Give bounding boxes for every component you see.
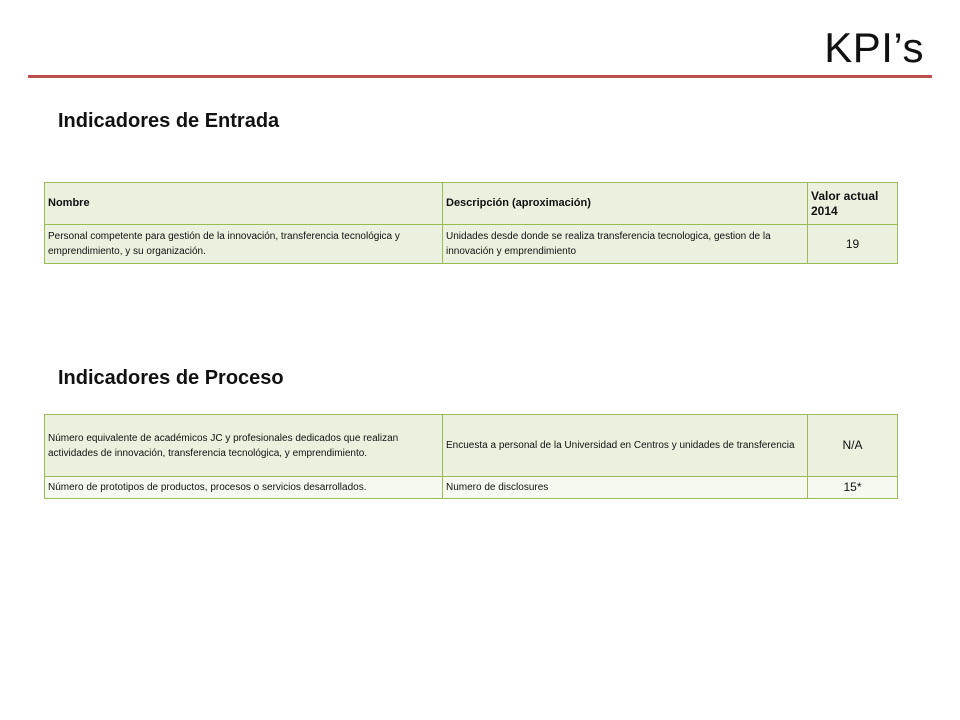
table-row: Número equivalente de académicos JC y pr…: [44, 414, 898, 477]
section-heading-proceso: Indicadores de Proceso: [58, 367, 284, 389]
cell-descripcion: Encuesta a personal de la Universidad en…: [442, 414, 808, 477]
column-header-nombre: Nombre: [44, 182, 443, 225]
table-indicadores-proceso: Número equivalente de académicos JC y pr…: [44, 414, 898, 499]
table-header-row: Nombre Descripción (aproximación) Valor …: [44, 182, 898, 225]
cell-valor: 15*: [807, 476, 898, 499]
cell-descripcion: Numero de disclosures: [442, 476, 808, 499]
title-divider: [28, 75, 932, 78]
table-row: Número de prototipos de productos, proce…: [44, 476, 898, 499]
column-header-descripcion: Descripción (aproximación): [442, 182, 808, 225]
table-indicadores-entrada: Nombre Descripción (aproximación) Valor …: [44, 182, 898, 264]
table-row: Personal competente para gestión de la i…: [44, 224, 898, 264]
cell-descripcion: Unidades desde donde se realiza transfer…: [442, 224, 808, 264]
cell-valor: N/A: [807, 414, 898, 477]
cell-valor: 19: [807, 224, 898, 264]
cell-nombre: Número de prototipos de productos, proce…: [44, 476, 443, 499]
cell-nombre: Personal competente para gestión de la i…: [44, 224, 443, 264]
column-header-valor: Valor actual 2014: [807, 182, 898, 225]
cell-nombre: Número equivalente de académicos JC y pr…: [44, 414, 443, 477]
section-heading-entrada: Indicadores de Entrada: [58, 110, 280, 132]
slide-title: KPI’s: [824, 24, 924, 71]
